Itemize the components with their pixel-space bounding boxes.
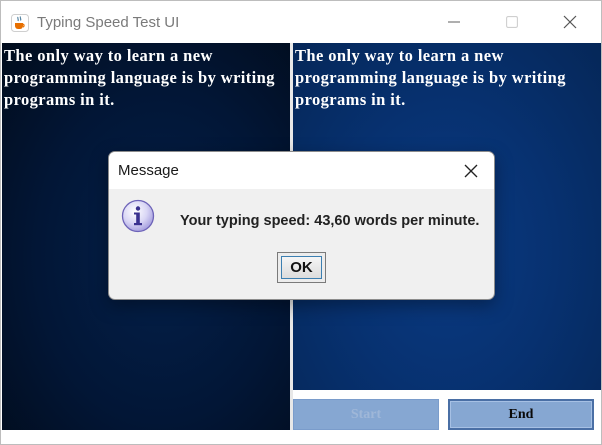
end-button[interactable]: End — [448, 399, 594, 430]
app-window: Typing Speed Test UI The only way to lea… — [0, 0, 602, 445]
info-icon — [121, 199, 155, 233]
dialog-message: Your typing speed: 43,60 words per minut… — [180, 213, 480, 229]
close-icon — [464, 164, 478, 177]
java-cup-icon — [11, 14, 29, 32]
start-button[interactable]: Start — [293, 399, 439, 430]
message-dialog: Message Your typing speed: 43,60 words p… — [108, 151, 495, 300]
minimize-button[interactable] — [425, 1, 483, 43]
ok-button-label: OK — [281, 256, 322, 279]
dialog-close-button[interactable] — [448, 152, 494, 189]
minimize-icon — [448, 21, 460, 23]
maximize-button[interactable] — [483, 1, 541, 43]
title-bar[interactable]: Typing Speed Test UI — [1, 1, 601, 43]
dialog-title-bar[interactable]: Message — [109, 152, 494, 189]
typed-text[interactable]: The only way to learn a new programming … — [295, 45, 599, 111]
close-icon — [563, 15, 577, 29]
dialog-title: Message — [118, 162, 179, 179]
close-window-button[interactable] — [541, 1, 599, 43]
ok-button[interactable]: OK — [277, 252, 326, 283]
prompt-text: The only way to learn a new programming … — [4, 46, 275, 109]
button-bar: Start End — [293, 390, 601, 433]
window-title: Typing Speed Test UI — [37, 14, 180, 31]
maximize-icon — [506, 16, 518, 28]
